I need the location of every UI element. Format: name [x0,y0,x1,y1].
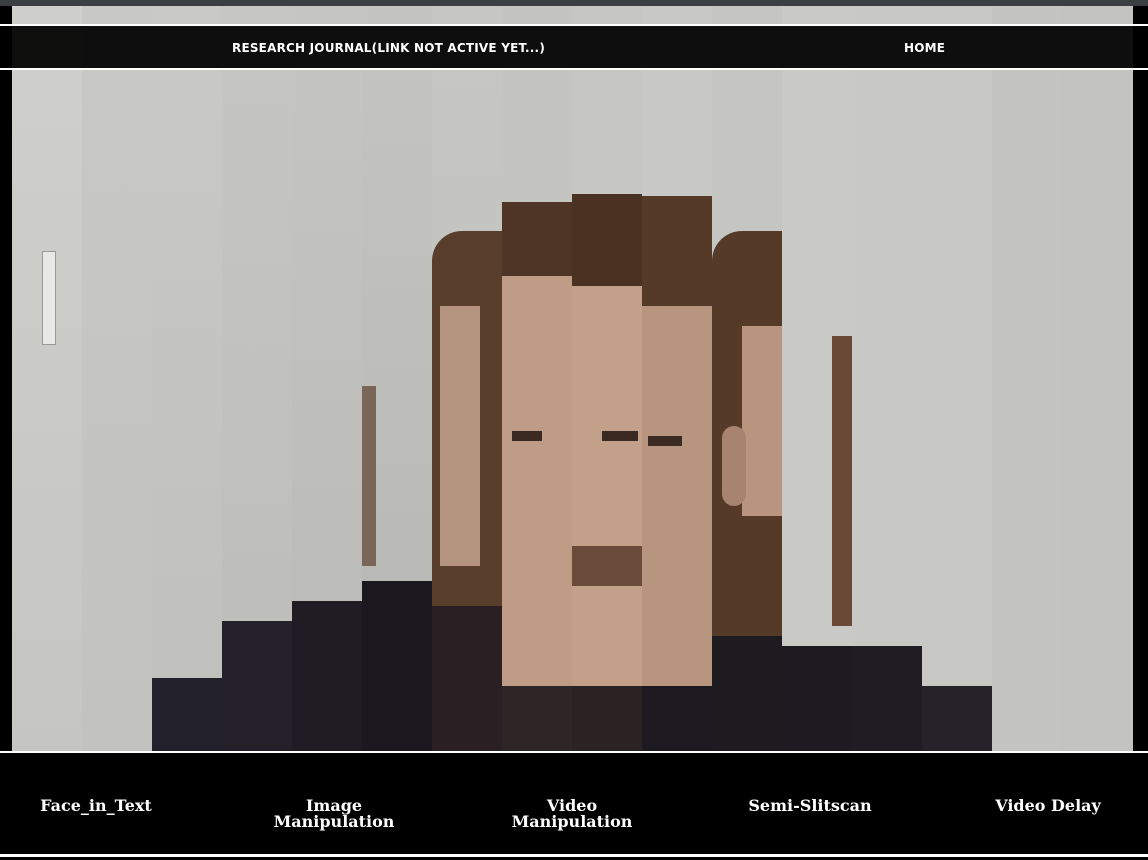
slit-strip [1062,6,1133,752]
project-link-image-manipulation[interactable]: Image Manipulation [239,798,429,830]
project-menu-bar: Face_in_Text Image Manipulation Video Ma… [0,751,1148,855]
project-link-semi-slitscan[interactable]: Semi-Slitscan [715,798,905,814]
slitscan-background-image [12,6,1133,752]
slit-strip [852,6,922,752]
slit-strip [12,6,82,752]
project-label: Video Delay [995,796,1101,815]
slit-strip [432,6,502,752]
slit-strip [222,6,292,752]
research-journal-link[interactable]: RESEARCH JOURNAL(LINK NOT ACTIVE YET...) [232,41,545,55]
slit-strip [712,6,782,752]
project-label: Face_in_Text [40,796,152,815]
slit-strip [502,6,572,752]
project-link-video-manipulation[interactable]: Video Manipulation [477,798,667,830]
slit-strip [152,6,222,752]
top-navbar: RESEARCH JOURNAL(LINK NOT ACTIVE YET...)… [0,24,1148,70]
slit-strip [82,6,152,752]
slit-strip [642,6,712,752]
project-link-video-delay[interactable]: Video Delay [953,798,1143,814]
slit-strip [292,6,362,752]
project-link-face-in-text[interactable]: Face_in_Text [1,798,191,814]
project-label: Semi-Slitscan [748,796,872,815]
slit-strip [572,6,642,752]
slit-strip [782,6,852,752]
project-label-line2: Manipulation [273,812,395,831]
project-label-line2: Manipulation [511,812,633,831]
slit-strip [922,6,992,752]
slit-strip [992,6,1062,752]
bottom-divider [0,854,1148,857]
slit-strip [362,6,432,752]
home-link[interactable]: HOME [904,41,945,55]
